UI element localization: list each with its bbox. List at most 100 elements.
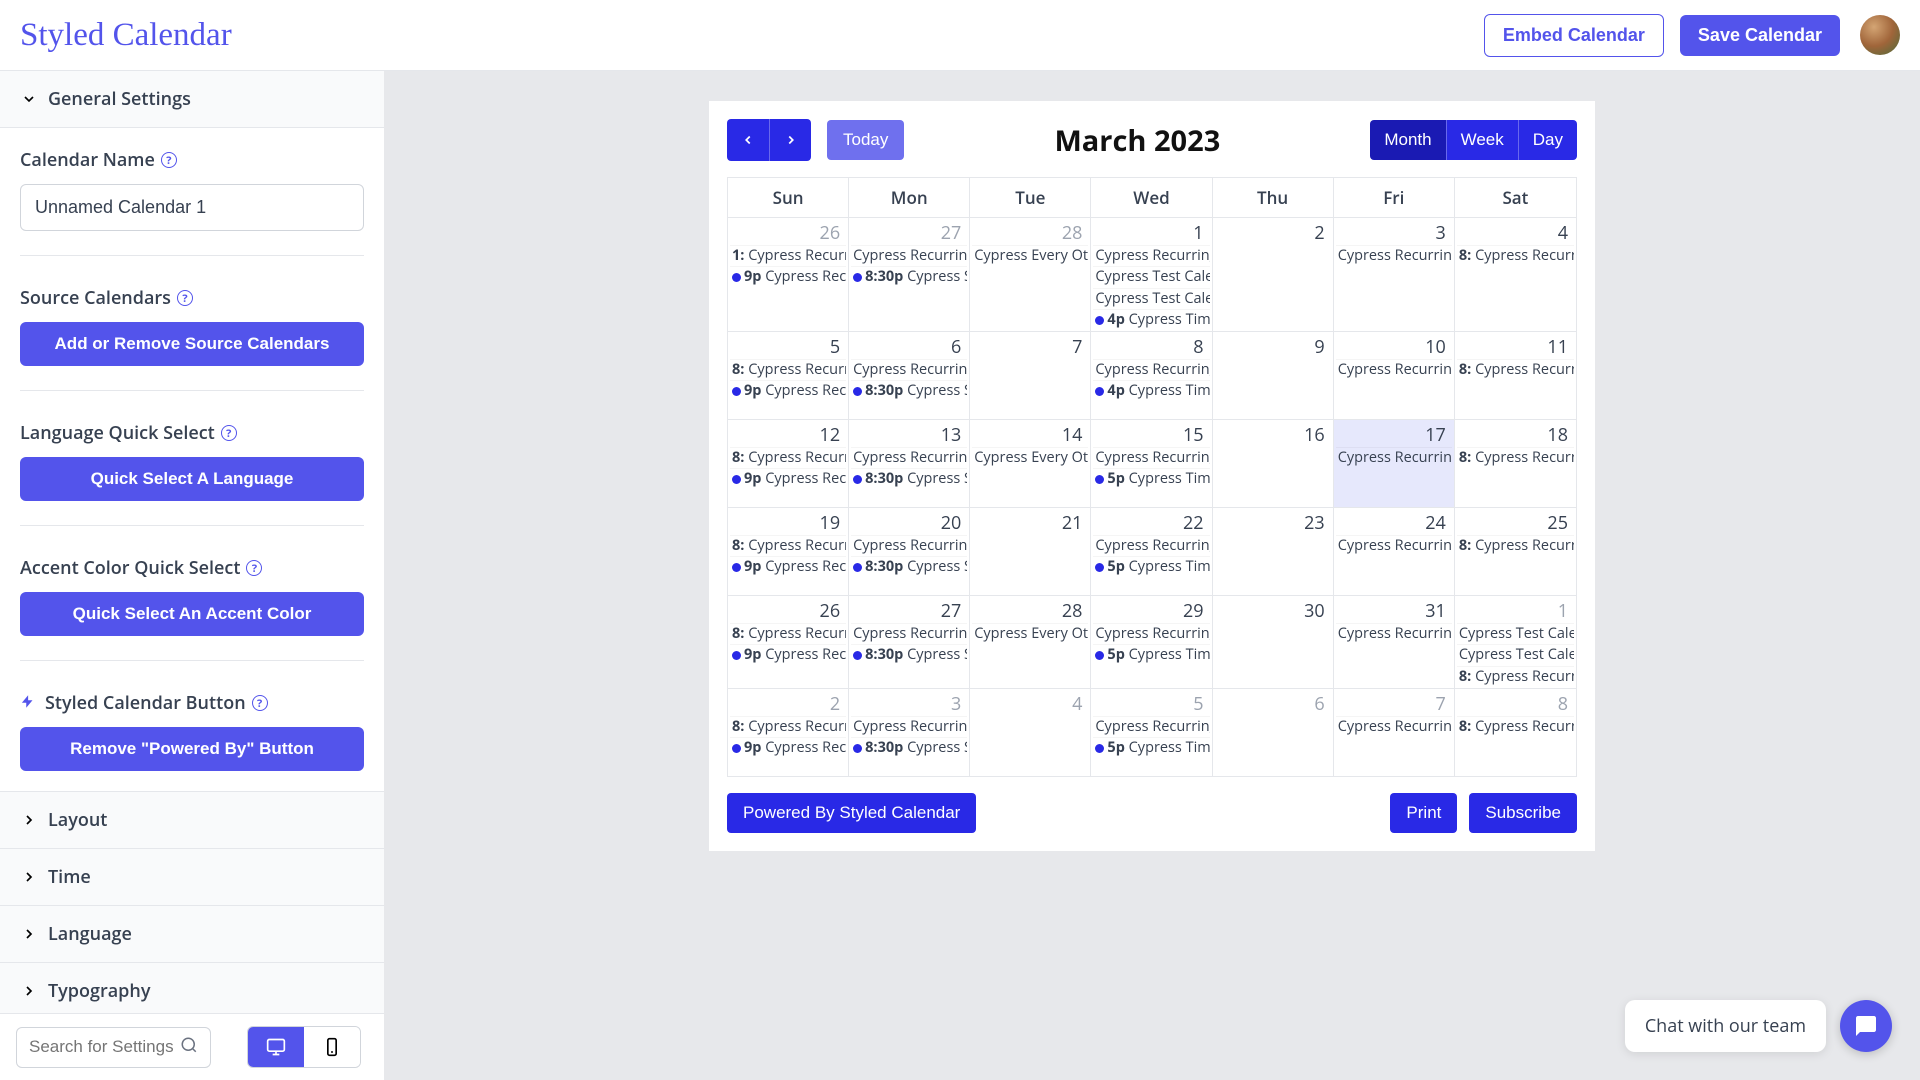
calendar-cell[interactable]: 88: Cypress Recurrin [1455, 689, 1576, 777]
section-general-settings[interactable]: General Settings [0, 71, 384, 128]
calendar-event[interactable]: 8:30p Cypress S [851, 556, 967, 577]
calendar-cell[interactable]: 188: Cypress Recurrin [1455, 420, 1576, 508]
calendar-event[interactable]: Cypress Recurring [851, 535, 967, 556]
calendar-cell[interactable]: 10Cypress Recurring [1334, 332, 1455, 420]
calendar-event[interactable]: Cypress Test Calen [1457, 644, 1574, 665]
calendar-cell[interactable]: 5Cypress Recurring5p Cypress Time [1091, 689, 1212, 777]
calendar-cell[interactable]: 48: Cypress Recurrin [1455, 218, 1576, 332]
calendar-event[interactable]: 5p Cypress Time [1093, 737, 1209, 758]
calendar-cell[interactable]: 7Cypress Recurring [1334, 689, 1455, 777]
calendar-cell[interactable]: 22Cypress Recurring5p Cypress Time [1091, 508, 1212, 596]
calendar-event[interactable]: Cypress Every Othe [972, 623, 1088, 644]
calendar-event[interactable]: 8: Cypress Recurrin [1457, 666, 1574, 687]
section-typography[interactable]: Typography [0, 963, 384, 1013]
calendar-cell[interactable]: 118: Cypress Recurrin [1455, 332, 1576, 420]
calendar-event[interactable]: Cypress Recurring [1093, 245, 1209, 266]
calendar-cell[interactable]: 14Cypress Every Othe [970, 420, 1091, 508]
calendar-event[interactable]: 8:30p Cypress S [851, 468, 967, 489]
calendar-cell[interactable]: 268: Cypress Recurrin9p Cypress Recu [728, 596, 849, 689]
calendar-event[interactable]: Cypress Recurring [1093, 447, 1209, 468]
calendar-event[interactable]: 1: Cypress Recurrin [730, 245, 846, 266]
calendar-event[interactable]: 9p Cypress Recu [730, 556, 846, 577]
calendar-cell[interactable]: 4 [970, 689, 1091, 777]
calendar-event[interactable]: 8: Cypress Recurrin [1457, 359, 1574, 380]
calendar-name-input[interactable] [20, 184, 364, 231]
calendar-event[interactable]: 8: Cypress Recurrin [1457, 716, 1574, 737]
calendar-event[interactable]: 8: Cypress Recurrin [1457, 245, 1574, 266]
calendar-event[interactable]: 8: Cypress Recurrin [730, 623, 846, 644]
calendar-cell[interactable]: 58: Cypress Recurrin9p Cypress Recu [728, 332, 849, 420]
calendar-event[interactable]: 5p Cypress Time [1093, 468, 1209, 489]
calendar-cell[interactable]: 3Cypress Recurring [1334, 218, 1455, 332]
calendar-event[interactable]: 9p Cypress Recu [730, 468, 846, 489]
search-input[interactable] [29, 1037, 180, 1057]
desktop-view-button[interactable] [248, 1027, 304, 1067]
calendar-event[interactable]: Cypress Recurring [1093, 716, 1209, 737]
calendar-event[interactable]: Cypress Recurring [1336, 245, 1452, 266]
section-language[interactable]: Language [0, 906, 384, 963]
calendar-cell[interactable]: 30 [1213, 596, 1334, 689]
calendar-event[interactable]: Cypress Recurring [851, 623, 967, 644]
calendar-cell[interactable]: 29Cypress Recurring5p Cypress Time [1091, 596, 1212, 689]
chat-button[interactable] [1840, 1000, 1892, 1052]
month-view-button[interactable]: Month [1370, 120, 1445, 160]
save-calendar-button[interactable]: Save Calendar [1680, 15, 1840, 56]
calendar-cell[interactable]: 24Cypress Recurring [1334, 508, 1455, 596]
subscribe-button[interactable]: Subscribe [1469, 793, 1577, 833]
calendar-cell[interactable]: 28Cypress Every Othe [970, 596, 1091, 689]
calendar-cell[interactable]: 258: Cypress Recurrin [1455, 508, 1576, 596]
calendar-event[interactable]: 8:30p Cypress S [851, 644, 967, 665]
calendar-cell[interactable]: 17Cypress Recurring [1334, 420, 1455, 508]
calendar-cell[interactable]: 1Cypress Test CalenCypress Test Calen8: … [1455, 596, 1576, 689]
print-button[interactable]: Print [1390, 793, 1457, 833]
calendar-event[interactable]: 4p Cypress Time [1093, 309, 1209, 330]
calendar-event[interactable]: Cypress Recurring [851, 245, 967, 266]
calendar-event[interactable]: Cypress Test Calen [1093, 266, 1209, 287]
calendar-event[interactable]: 8: Cypress Recurrin [1457, 535, 1574, 556]
calendar-event[interactable]: 8:30p Cypress S [851, 737, 967, 758]
calendar-cell[interactable]: 13Cypress Recurring8:30p Cypress S [849, 420, 970, 508]
calendar-event[interactable]: Cypress Recurring [1093, 359, 1209, 380]
calendar-event[interactable]: 5p Cypress Time [1093, 644, 1209, 665]
calendar-cell[interactable]: 20Cypress Recurring8:30p Cypress S [849, 508, 970, 596]
calendar-event[interactable]: 9p Cypress Recu [730, 380, 846, 401]
help-icon[interactable]: ? [252, 695, 268, 711]
calendar-event[interactable]: 8: Cypress Recurrin [730, 716, 846, 737]
add-remove-source-button[interactable]: Add or Remove Source Calendars [20, 322, 364, 366]
remove-powered-by-button[interactable]: Remove "Powered By" Button [20, 727, 364, 771]
calendar-cell[interactable]: 6Cypress Recurring8:30p Cypress S [849, 332, 970, 420]
week-view-button[interactable]: Week [1446, 120, 1518, 160]
embed-calendar-button[interactable]: Embed Calendar [1484, 14, 1664, 57]
search-settings-input[interactable] [16, 1027, 211, 1068]
calendar-cell[interactable]: 8Cypress Recurring4p Cypress Time [1091, 332, 1212, 420]
calendar-event[interactable]: Cypress Recurring [1336, 359, 1452, 380]
calendar-cell[interactable]: 128: Cypress Recurrin9p Cypress Recu [728, 420, 849, 508]
calendar-event[interactable]: Cypress Test Calen [1457, 623, 1574, 644]
user-avatar[interactable] [1860, 15, 1900, 55]
calendar-cell[interactable]: 28: Cypress Recurrin9p Cypress Recu [728, 689, 849, 777]
calendar-cell[interactable]: 15Cypress Recurring5p Cypress Time [1091, 420, 1212, 508]
chat-bubble[interactable]: Chat with our team [1625, 1000, 1826, 1052]
prev-month-button[interactable] [727, 119, 769, 161]
quick-select-accent-button[interactable]: Quick Select An Accent Color [20, 592, 364, 636]
calendar-event[interactable]: Cypress Recurring [851, 447, 967, 468]
calendar-event[interactable]: 8:30p Cypress S [851, 380, 967, 401]
help-icon[interactable]: ? [246, 560, 262, 576]
calendar-event[interactable]: 9p Cypress Recu [730, 266, 846, 287]
quick-select-language-button[interactable]: Quick Select A Language [20, 457, 364, 501]
calendar-event[interactable]: Cypress Every Othe [972, 447, 1088, 468]
help-icon[interactable]: ? [161, 152, 177, 168]
calendar-event[interactable]: Cypress Recurring [1093, 623, 1209, 644]
section-time[interactable]: Time [0, 849, 384, 906]
calendar-cell[interactable]: 23 [1213, 508, 1334, 596]
calendar-event[interactable]: Cypress Recurring [851, 359, 967, 380]
calendar-cell[interactable]: 21 [970, 508, 1091, 596]
mobile-view-button[interactable] [304, 1027, 360, 1067]
calendar-event[interactable]: Cypress Test Calen [1093, 288, 1209, 309]
today-button[interactable]: Today [827, 120, 904, 160]
calendar-cell[interactable]: 6 [1213, 689, 1334, 777]
calendar-cell[interactable]: 261: Cypress Recurrin9p Cypress Recu [728, 218, 849, 332]
calendar-cell[interactable]: 28Cypress Every Othe [970, 218, 1091, 332]
calendar-event[interactable]: 5p Cypress Time [1093, 556, 1209, 577]
powered-by-button[interactable]: Powered By Styled Calendar [727, 793, 976, 833]
